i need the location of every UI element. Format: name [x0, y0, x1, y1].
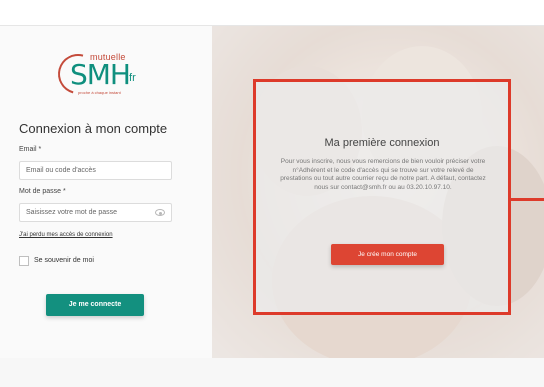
- top-bar: [0, 0, 544, 26]
- create-account-button[interactable]: Je crée mon compte: [331, 244, 444, 265]
- first-connection-text: Pour vous inscrire, nous vous remercions…: [280, 158, 486, 191]
- first-connection-title: Ma première connexion: [324, 137, 440, 149]
- connect-button[interactable]: Je me connecte: [46, 294, 144, 316]
- eye-icon[interactable]: [155, 209, 165, 216]
- password-placeholder: Saisissez votre mot de passe: [26, 209, 118, 216]
- login-title: Connexion à mon compte: [19, 121, 168, 136]
- email-placeholder: Email ou code d'accès: [26, 167, 96, 174]
- password-field[interactable]: Saisissez votre mot de passe: [19, 203, 172, 222]
- remember-checkbox[interactable]: [19, 256, 29, 266]
- footer-strip: [0, 358, 544, 387]
- logo-brand-main: SMH: [70, 58, 131, 91]
- email-field[interactable]: Email ou code d'accès: [19, 161, 172, 180]
- remember-label[interactable]: Se souvenir de moi: [34, 257, 94, 264]
- password-label: Mot de passe *: [19, 188, 66, 195]
- highlight-pointer: [511, 198, 544, 201]
- smh-logo[interactable]: mutuelle SMH .fr proche à chaque instant: [48, 44, 148, 102]
- email-label: Email *: [19, 146, 42, 153]
- lost-access-link[interactable]: J'ai perdu mes accès de connexion: [19, 232, 113, 238]
- first-connection-panel: Ma première connexion Pour vous inscrire…: [253, 79, 511, 315]
- logo-brand-tld: .fr: [126, 72, 136, 84]
- logo-tagline: proche à chaque instant: [78, 90, 121, 95]
